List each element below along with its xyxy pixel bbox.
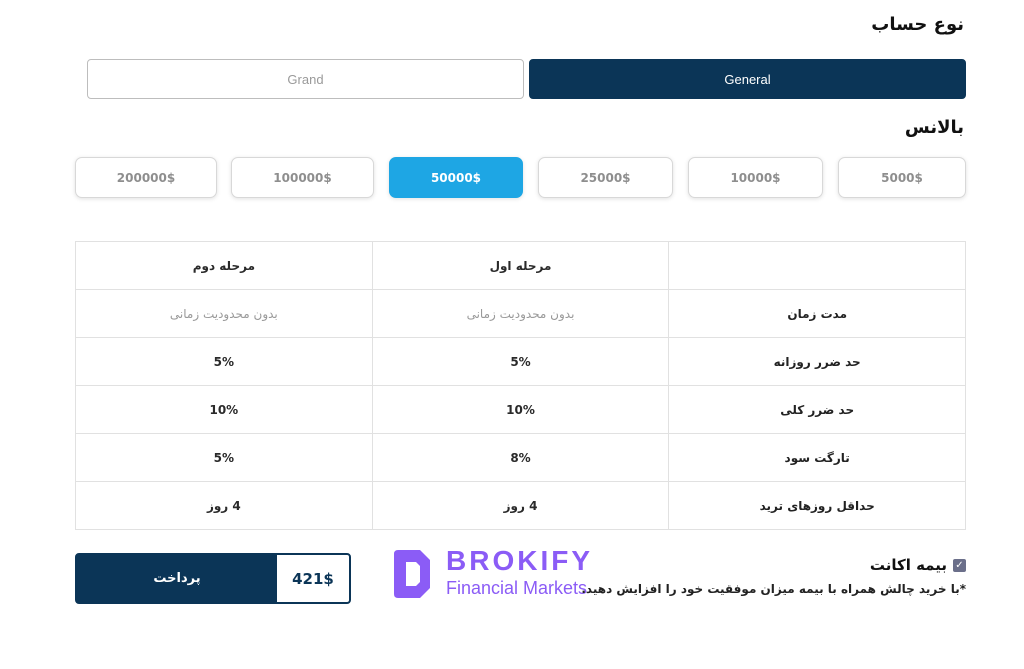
row-label-total-loss: حد ضرر کلی	[668, 385, 966, 434]
logo-wordmark: BROKIFY	[446, 545, 593, 576]
table-row: حد ضرر کلی 10% 10%	[75, 385, 966, 434]
account-type-title: نوع حساب	[871, 14, 964, 35]
table-header-row: مرحله اول مرحله دوم	[75, 241, 966, 290]
pay-button[interactable]: پرداخت	[77, 555, 277, 602]
cell-phase1: 5%	[371, 337, 670, 386]
payment-box: پرداخت 421$	[75, 553, 351, 604]
cell-phase2: 5%	[75, 433, 373, 482]
logo-subtitle: Financial Markets	[446, 578, 588, 598]
price-display: 421$	[292, 569, 334, 588]
cell-phase2: 5%	[75, 337, 373, 386]
table-header-phase2: مرحله دوم	[75, 241, 373, 290]
insurance-option[interactable]: ✓ بیمه اکانت	[870, 556, 966, 574]
insurance-label: بیمه اکانت	[869, 556, 947, 574]
balance-option-50000[interactable]: 50000$	[389, 157, 523, 198]
cell-phase2: 10%	[75, 385, 373, 434]
table-row: مدت زمان بدون محدودیت زمانی بدون محدودیت…	[75, 289, 966, 338]
table-row: حداقل روزهای ترید 4 روز 4 روز	[75, 481, 966, 530]
balance-option-5000[interactable]: 5000$	[838, 157, 966, 198]
balance-title: بالانس	[904, 117, 964, 138]
cell-phase1: 10%	[371, 385, 670, 434]
table-row: تارگت سود 8% 5%	[75, 433, 966, 482]
account-type-general-button[interactable]: General	[529, 59, 966, 99]
challenge-rules-table: مرحله اول مرحله دوم مدت زمان بدون محدودی…	[75, 241, 966, 530]
row-label-min-trading-days: حداقل روزهای ترید	[668, 481, 966, 530]
cell-phase2: بدون محدودیت زمانی	[75, 289, 373, 338]
row-label-profit-target: تارگت سود	[668, 433, 966, 482]
cell-phase2: 4 روز	[75, 481, 373, 530]
table-row: حد ضرر روزانه 5% 5%	[75, 337, 966, 386]
balance-option-25000[interactable]: 25000$	[538, 157, 673, 198]
balance-option-200000[interactable]: 200000$	[75, 157, 217, 198]
insurance-note: *با خرید چالش همراه با بیمه میزان موفقیت…	[581, 582, 966, 596]
balance-option-100000[interactable]: 100000$	[231, 157, 374, 198]
cell-phase1: 4 روز	[371, 481, 670, 530]
table-header-empty	[668, 241, 966, 290]
insurance-checkbox[interactable]: ✓	[953, 558, 966, 572]
row-label-daily-loss: حد ضرر روزانه	[668, 337, 966, 386]
row-label-duration: مدت زمان	[668, 289, 966, 338]
brokify-logo-icon	[394, 550, 430, 598]
table-header-phase1: مرحله اول	[371, 241, 670, 290]
cell-phase1: 8%	[371, 433, 670, 482]
account-type-grand-button[interactable]: Grand	[87, 59, 524, 99]
cell-phase1: بدون محدودیت زمانی	[371, 289, 670, 338]
balance-option-10000[interactable]: 10000$	[688, 157, 823, 198]
